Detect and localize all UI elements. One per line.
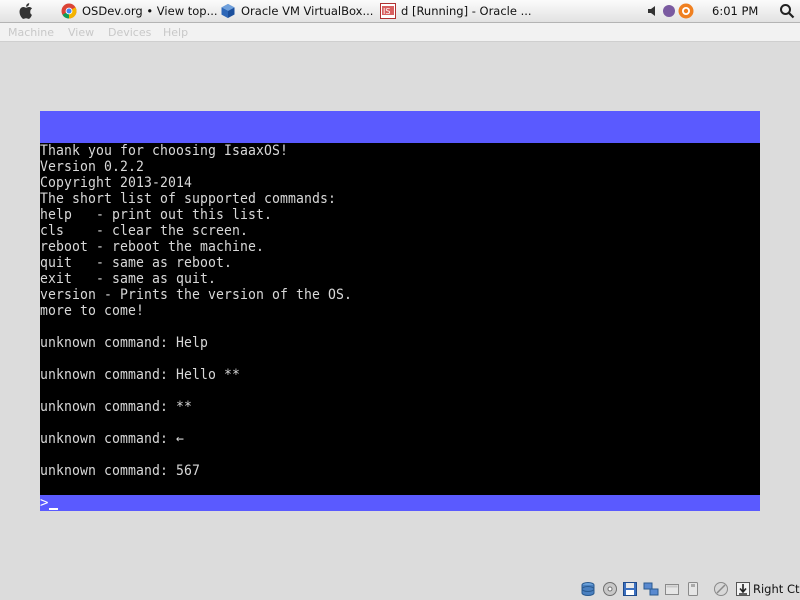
console-line: version - Prints the version of the OS. — [40, 287, 352, 303]
console-line: cls - clear the screen. — [40, 223, 248, 239]
volume-icon[interactable] — [647, 4, 659, 18]
task-label: Oracle VM VirtualBox... — [241, 4, 374, 18]
console-output: Thank you for choosing IsaaxOS! Version 0… — [40, 143, 760, 495]
text-cursor — [49, 508, 58, 510]
console-line: reboot - reboot the machine. — [40, 239, 264, 255]
console-line: Thank you for choosing IsaaxOS! — [40, 143, 288, 159]
vm-display[interactable]: Thank you for choosing IsaaxOS! Version 0… — [40, 111, 760, 511]
shared-folders-icon[interactable] — [664, 581, 680, 597]
clock[interactable]: 6:01 PM — [712, 4, 758, 18]
search-icon[interactable] — [779, 3, 795, 19]
chrome-icon — [61, 3, 77, 19]
system-top-bar: OSDev.org • View top... Oracle VM Virtua… — [0, 0, 800, 23]
console-line: unknown command: 567 — [40, 463, 200, 479]
menu-devices[interactable]: Devices — [108, 26, 151, 39]
vm-window-icon: IS — [380, 3, 396, 19]
console-line: unknown command: Help — [40, 335, 208, 351]
console-line: more to come! — [40, 303, 144, 319]
console-line: Version 0.2.2 — [40, 159, 144, 175]
virtualbox-icon — [221, 4, 235, 18]
host-key-label: Right Ctrl — [753, 582, 800, 596]
console-line: Copyright 2013-2014 — [40, 175, 192, 191]
task-virtualbox-manager[interactable]: Oracle VM VirtualBox... — [220, 0, 373, 22]
notification-icon[interactable] — [678, 3, 694, 19]
console-line: unknown command: ** — [40, 399, 192, 415]
console-line: unknown command: Hello ** — [40, 367, 240, 383]
menu-machine[interactable]: Machine — [8, 26, 54, 39]
vm-menubar: Machine View Devices Help — [0, 23, 800, 42]
menu-help[interactable]: Help — [163, 26, 188, 39]
apple-menu-icon[interactable] — [18, 2, 36, 20]
command-prompt-bar[interactable]: > — [40, 495, 760, 511]
task-label: d [Running] - Oracle ... — [401, 4, 532, 18]
task-vm-running[interactable]: IS d [Running] - Oracle ... — [380, 0, 532, 22]
system-tray: 6:01 PM — [647, 0, 795, 22]
console-line: The short list of supported commands: — [40, 191, 336, 207]
vm-status-bar: Right Ctrl — [0, 578, 800, 600]
console-line: exit - same as quit. — [40, 271, 216, 287]
ubuntu-one-icon[interactable] — [662, 4, 676, 18]
mouse-integration-icon[interactable] — [735, 581, 751, 597]
floppy-icon[interactable] — [622, 581, 638, 597]
task-osdev-browser[interactable]: OSDev.org • View top... — [61, 0, 218, 22]
task-label: OSDev.org • View top... — [82, 4, 218, 18]
optical-drive-icon[interactable] — [602, 581, 618, 597]
console-line: unknown command: ← — [40, 431, 184, 447]
os-title-bar — [40, 111, 760, 143]
network-icon[interactable] — [643, 581, 659, 597]
console-line: help - print out this list. — [40, 207, 272, 223]
virtualization-icon[interactable] — [713, 581, 729, 597]
svg-text:IS: IS — [383, 7, 390, 16]
console-line: quit - same as reboot. — [40, 255, 232, 271]
prompt-symbol: > — [40, 495, 49, 511]
usb-icon[interactable] — [685, 581, 701, 597]
hard-disk-icon[interactable] — [580, 581, 596, 597]
menu-view[interactable]: View — [68, 26, 94, 39]
